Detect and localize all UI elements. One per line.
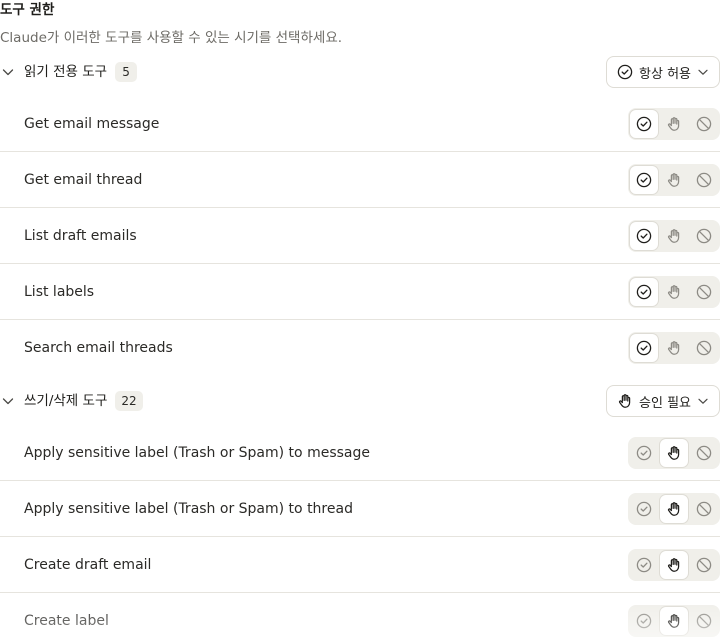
tool-count-badge: 22 [115, 391, 143, 411]
permission-selector [628, 219, 720, 252]
tool-name: Apply sensitive label (Trash or Spam) to… [24, 444, 370, 461]
group-header-read-only: 읽기 전용 도구 5 항상 허용 [0, 55, 720, 89]
tool-row: Apply sensitive label (Trash or Spam) to… [0, 481, 720, 537]
page-subtitle: Claude가 이러한 도구를 사용할 수 있는 시기를 선택하세요. [0, 30, 343, 46]
permission-selector [628, 605, 720, 637]
permission-selector [628, 492, 720, 525]
permission-selector [628, 548, 720, 581]
check-circle-icon[interactable] [630, 439, 658, 467]
chevron-down-icon[interactable] [0, 393, 16, 409]
permission-selector [628, 107, 720, 140]
tool-row: Get email thread [0, 152, 720, 208]
group-header-write-delete: 쓰기/삭제 도구 22 승인 필요 [0, 384, 720, 418]
permission-selector [628, 275, 720, 308]
hand-icon[interactable] [660, 222, 688, 250]
hand-icon [617, 393, 633, 409]
check-circle-icon[interactable] [630, 495, 658, 523]
chevron-down-icon [697, 395, 709, 407]
tool-row: List labels [0, 264, 720, 320]
block-icon[interactable] [690, 110, 718, 138]
hand-icon[interactable] [660, 334, 688, 362]
hand-icon[interactable] [660, 278, 688, 306]
block-icon[interactable] [690, 439, 718, 467]
check-circle-icon[interactable] [630, 109, 658, 138]
chevron-down-icon [697, 66, 709, 78]
block-icon[interactable] [690, 222, 718, 250]
tool-row: Create draft email [0, 537, 720, 593]
check-circle-icon [617, 64, 633, 80]
tool-name: Apply sensitive label (Trash or Spam) to… [24, 500, 353, 517]
check-circle-icon[interactable] [630, 221, 658, 250]
hand-icon[interactable] [660, 550, 688, 579]
block-icon[interactable] [690, 607, 718, 635]
group-policy-dropdown[interactable]: 항상 허용 [606, 56, 720, 88]
page-title: 도구 권한 [0, 2, 55, 18]
block-icon[interactable] [690, 495, 718, 523]
group-policy-label: 승인 필요 [639, 395, 691, 411]
tool-name: List labels [24, 283, 95, 300]
group-name: 읽기 전용 도구 [24, 64, 108, 80]
hand-icon[interactable] [660, 607, 688, 635]
hand-icon[interactable] [660, 438, 688, 467]
group-policy-dropdown[interactable]: 승인 필요 [606, 385, 720, 417]
group-name: 쓰기/삭제 도구 [24, 393, 108, 409]
tool-row: Create label [0, 593, 720, 640]
tool-permissions-panel: 도구 권한 Claude가 이러한 도구를 사용할 수 있는 시기를 선택하세요… [0, 0, 720, 640]
check-circle-icon[interactable] [630, 277, 658, 306]
check-circle-icon[interactable] [630, 551, 658, 579]
block-icon[interactable] [690, 278, 718, 306]
permission-selector [628, 163, 720, 196]
check-circle-icon[interactable] [630, 334, 658, 362]
tool-name: Create draft email [24, 556, 152, 573]
tool-name: Search email threads [24, 340, 173, 356]
tool-name: List draft emails [24, 227, 137, 244]
hand-icon[interactable] [660, 494, 688, 523]
block-icon[interactable] [690, 551, 718, 579]
chevron-down-icon[interactable] [0, 64, 16, 80]
permission-selector [628, 436, 720, 469]
tool-row: Apply sensitive label (Trash or Spam) to… [0, 425, 720, 481]
tool-row: Get email message [0, 96, 720, 152]
permission-selector [628, 332, 720, 364]
tool-name: Get email message [24, 115, 160, 132]
tool-count-badge: 5 [115, 62, 138, 82]
tool-name: Get email thread [24, 171, 143, 188]
check-circle-icon[interactable] [630, 165, 658, 194]
hand-icon[interactable] [660, 166, 688, 194]
check-circle-icon[interactable] [630, 607, 658, 635]
block-icon[interactable] [690, 334, 718, 362]
tool-name: Create label [24, 613, 109, 629]
block-icon[interactable] [690, 166, 718, 194]
hand-icon[interactable] [660, 110, 688, 138]
tool-row: Search email threads [0, 320, 720, 376]
tool-row: List draft emails [0, 208, 720, 264]
group-policy-label: 항상 허용 [639, 66, 691, 82]
